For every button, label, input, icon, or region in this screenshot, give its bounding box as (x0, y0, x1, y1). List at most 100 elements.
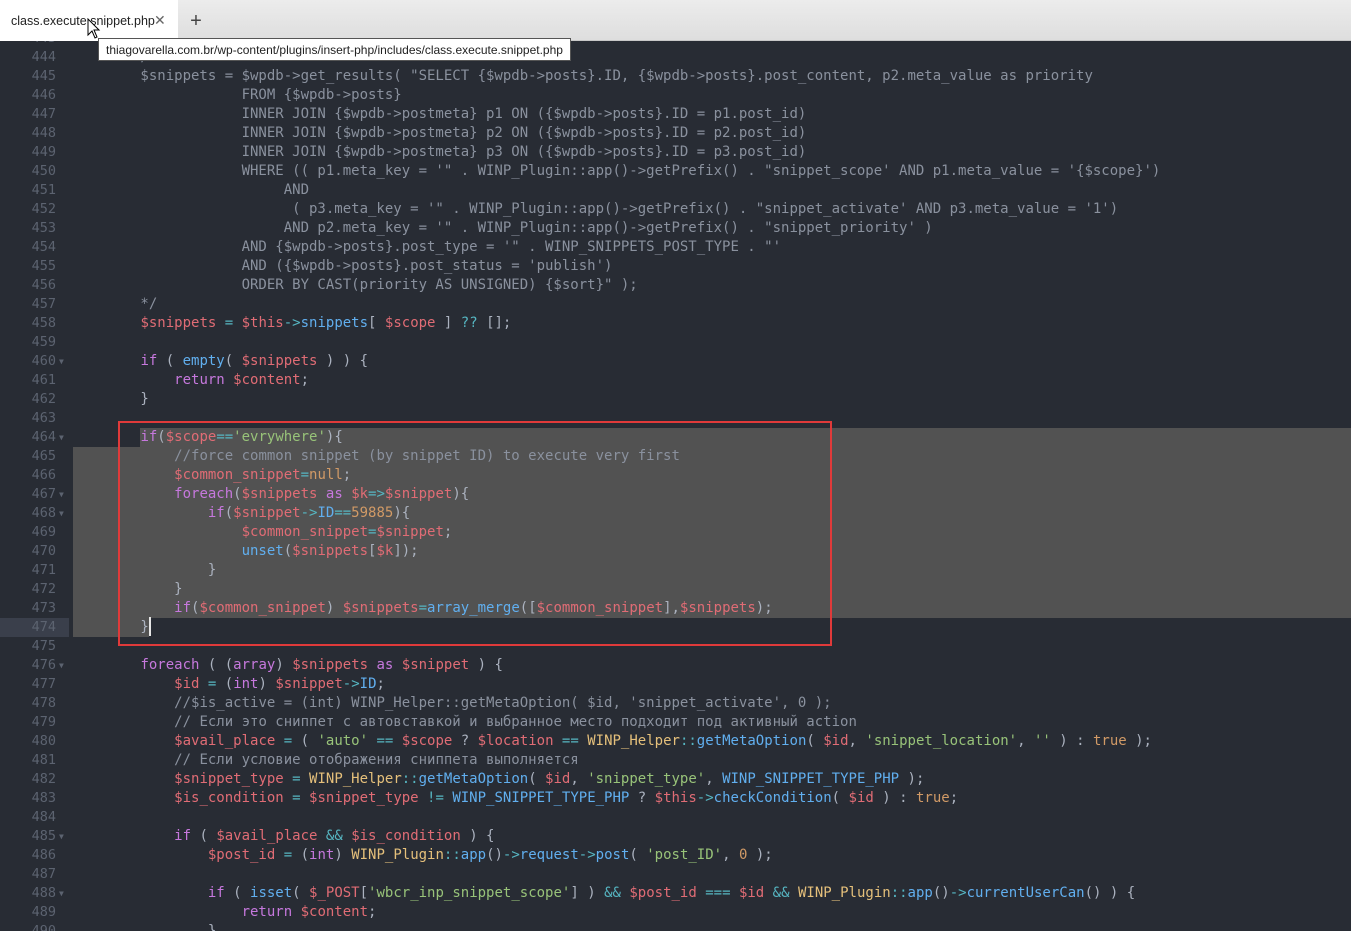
code-token: getMetaOption (418, 771, 529, 787)
code-line[interactable]: 449 INNER JOIN {$wpdb->postmeta} p3 ON (… (0, 143, 1351, 162)
code-line[interactable]: 466 $common_snippet=null; (0, 466, 1351, 485)
fold-arrow-icon[interactable]: ▼ (59, 485, 64, 504)
fold-arrow-icon[interactable]: ▼ (59, 504, 64, 523)
code-token: checkCondition (713, 790, 832, 806)
code-token: INNER JOIN {$wpdb->postmeta} p1 ON ({$wp… (73, 106, 807, 122)
code-line[interactable]: 472 } (0, 580, 1351, 599)
code-line[interactable]: 456 ORDER BY CAST(priority AS UNSIGNED) … (0, 276, 1351, 295)
code-line[interactable]: 479 // Если это сниппет с автовставкой и… (0, 713, 1351, 732)
code-token: WHERE (( p1.meta_key = '" . WINP_Plugin:… (73, 163, 1161, 179)
code-line[interactable]: 462 } (0, 390, 1351, 409)
code-line[interactable]: 488 ▼ if ( isset( $_POST['wbcr_inp_snippe… (0, 884, 1351, 903)
code-line[interactable]: 478 //$is_active = (int) WINP_Helper::ge… (0, 694, 1351, 713)
code-line[interactable]: 489 return $content; (0, 903, 1351, 922)
code-token: [ (368, 315, 385, 331)
code-token: int (233, 676, 259, 692)
code-token: , (848, 733, 866, 749)
code-line[interactable]: 476 ▼ foreach ( (array) $snippets as $sni… (0, 656, 1351, 675)
code-line[interactable]: 450 WHERE (( p1.meta_key = '" . WINP_Plu… (0, 162, 1351, 181)
code-line[interactable]: 447 INNER JOIN {$wpdb->postmeta} p1 ON (… (0, 105, 1351, 124)
code-line[interactable]: 482 $snippet_type = WINP_Helper::getMeta… (0, 770, 1351, 789)
code-line[interactable]: 475 (0, 637, 1351, 656)
code-line[interactable]: 452 ( p3.meta_key = '" . WINP_Plugin::ap… (0, 200, 1351, 219)
code-line[interactable]: 464 ▼ if($scope=='evrywhere'){ (0, 428, 1351, 447)
line-number: 479 (31, 714, 56, 730)
code-line[interactable]: 463 (0, 409, 1351, 428)
code-line[interactable]: 458 $snippets = $this->snippets[ $scope … (0, 314, 1351, 333)
code-line[interactable]: 459 (0, 333, 1351, 352)
mouse-pointer-icon (87, 18, 101, 39)
code-line[interactable]: 454 AND {$wpdb->posts}.post_type = '" . … (0, 238, 1351, 257)
code-line[interactable]: 487 (0, 865, 1351, 884)
code-line[interactable]: 481 // Если условие отображения сниппета… (0, 751, 1351, 770)
close-icon[interactable]: ✕ (154, 12, 166, 29)
code-line[interactable]: 486 $post_id = (int) WINP_Plugin::app()-… (0, 846, 1351, 865)
code-line[interactable]: 448 INNER JOIN {$wpdb->postmeta} p2 ON (… (0, 124, 1351, 143)
code-text: $snippets = $wpdb->get_results( "SELECT … (73, 67, 1092, 86)
code-token: () (932, 885, 950, 901)
code-token: ? (629, 790, 655, 806)
code-line[interactable]: 471 } (0, 561, 1351, 580)
code-line[interactable]: 457 */ (0, 295, 1351, 314)
code-token: $common_snippet (241, 524, 369, 540)
code-line[interactable]: 490 } (0, 922, 1351, 931)
fold-arrow-icon[interactable]: ▼ (59, 656, 64, 675)
code-text: foreach ( (array) $snippets as $snippet … (73, 656, 502, 675)
code-line[interactable]: 480 $avail_place = ( 'auto' == $scope ? … (0, 732, 1351, 751)
line-number: 451 (31, 182, 56, 198)
code-line[interactable]: 485 ▼ if ( $avail_place && $is_condition … (0, 827, 1351, 846)
code-token: $common_snippet (199, 600, 326, 616)
code-line[interactable]: 467 ▼ foreach($snippets as $k=>$snippet){ (0, 485, 1351, 504)
code-line[interactable]: 483 $is_condition = $snippet_type != WIN… (0, 789, 1351, 808)
line-number: 468 (31, 505, 56, 521)
code-token: ) : (873, 790, 916, 806)
code-token: ) (275, 657, 293, 673)
code-line[interactable]: 453 AND p2.meta_key = '" . WINP_Plugin::… (0, 219, 1351, 238)
code-token: ) ) { (317, 353, 369, 369)
code-line[interactable]: 460 ▼ if ( empty( $snippets ) ) { (0, 352, 1351, 371)
code-editor[interactable]: 443444 /445 $snippets = $wpdb->get_resul… (0, 41, 1351, 931)
code-token: currentUserCan (966, 885, 1085, 901)
code-line[interactable]: 477 $id = (int) $snippet->ID; (0, 675, 1351, 694)
new-tab-button[interactable]: + (181, 6, 211, 36)
code-text: if($scope=='evrywhere'){ (73, 428, 342, 447)
line-number: 463 (31, 410, 56, 426)
code-line[interactable]: 446 FROM {$wpdb->posts} (0, 86, 1351, 105)
fold-arrow-icon[interactable]: ▼ (59, 352, 64, 371)
code-text: if ( isset( $_POST['wbcr_inp_snippet_sco… (73, 884, 1135, 903)
code-line[interactable]: 469 $common_snippet=$snippet; (0, 523, 1351, 542)
code-token: $snippets (241, 353, 318, 369)
code-token: $snippets (241, 486, 318, 502)
code-line[interactable]: 473 if($common_snippet) $snippets=array_… (0, 599, 1351, 618)
fold-arrow-icon[interactable]: ▼ (59, 884, 64, 903)
code-line[interactable]: 484 (0, 808, 1351, 827)
line-number: 445 (31, 68, 56, 84)
code-token: $snippets (342, 600, 419, 616)
line-number: 457 (31, 296, 56, 312)
code-token: = (283, 790, 310, 806)
code-token: ( (300, 847, 310, 863)
code-line[interactable]: 451 AND (0, 181, 1351, 200)
code-line[interactable]: 455 AND ({$wpdb->posts}.post_status = 'p… (0, 257, 1351, 276)
code-line[interactable]: 445 $snippets = $wpdb->get_results( "SEL… (0, 67, 1351, 86)
code-line[interactable]: 474 } (0, 618, 1351, 637)
code-line[interactable]: 470 unset($snippets[$k]); (0, 542, 1351, 561)
fold-arrow-icon[interactable]: ▼ (59, 428, 64, 447)
code-line[interactable]: 468 ▼ if($snippet->ID==59885){ (0, 504, 1351, 523)
code-token: ); (899, 771, 925, 787)
code-token: = (216, 315, 242, 331)
code-token: } (73, 923, 217, 931)
fold-arrow-icon[interactable]: ▼ (59, 827, 64, 846)
line-number: 461 (31, 372, 56, 388)
line-number: 456 (31, 277, 56, 293)
code-line[interactable]: 461 return $content; (0, 371, 1351, 390)
code-line[interactable]: 465 //force common snippet (by snippet I… (0, 447, 1351, 466)
code-token: ?? (460, 315, 478, 331)
code-token: == (553, 733, 588, 749)
code-token: WINP_SNIPPET_TYPE_PHP (722, 771, 900, 787)
line-number: 482 (31, 771, 56, 787)
